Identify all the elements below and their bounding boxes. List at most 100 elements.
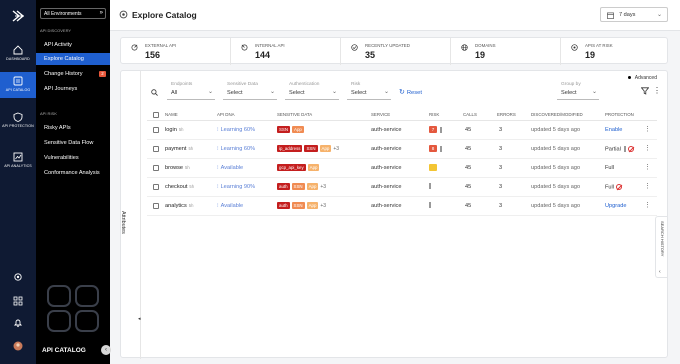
date-range-select[interactable]: 7 days ⌄ xyxy=(600,7,668,22)
sensitive-data-chip[interactable]: SSN xyxy=(291,202,305,209)
column-header[interactable]: PROTECTION xyxy=(605,112,634,117)
row-checkbox[interactable] xyxy=(153,146,159,152)
user-avatar[interactable] xyxy=(13,341,23,351)
search-icon[interactable] xyxy=(151,89,158,96)
calls-count: 45 xyxy=(465,165,472,171)
column-header[interactable]: ERRORS xyxy=(497,112,516,117)
column-header[interactable]: NAME xyxy=(165,112,178,117)
sensitive-data-chip[interactable]: App xyxy=(306,183,319,190)
table-row[interactable]: analytics 5h ⁞ Available auth SSN App +3 auth… xyxy=(147,197,657,216)
api-dna: ⁞ Learning 60% xyxy=(217,146,255,152)
api-name[interactable]: checkout 5h xyxy=(165,184,194,190)
protection-status[interactable]: Upgrade xyxy=(605,203,626,209)
api-name[interactable]: browse 5h xyxy=(165,165,190,171)
brand-logo-icon[interactable] xyxy=(10,8,26,24)
table-row[interactable]: payment 5h ⁞ Learning 60% ip_address SSN App… xyxy=(147,140,657,159)
more-chips-count[interactable]: +3 xyxy=(333,146,339,152)
more-chips-count[interactable]: +3 xyxy=(320,203,326,209)
table-row[interactable]: browse 5h ⁞ Available gcp_api_key App auth-… xyxy=(147,159,657,178)
row-more-icon[interactable]: ⋮ xyxy=(644,201,651,209)
sensitive-data-chip[interactable]: ip_address xyxy=(277,145,303,152)
filter-authentication[interactable]: Authentication Select ⌄ xyxy=(285,82,339,100)
reset-button[interactable]: ↻ Reset xyxy=(399,88,422,96)
more-options-icon[interactable]: ⋮ xyxy=(653,86,661,95)
api-name[interactable]: analytics 5h xyxy=(165,203,193,209)
stat-external-api[interactable]: EXTERNAL API 156 xyxy=(121,38,231,65)
filter-icon[interactable] xyxy=(641,87,649,95)
stat-apis-at-risk[interactable]: APIS AT RISK 19 xyxy=(561,38,669,65)
search-history-tab[interactable]: SEARCH HISTORY ‹ xyxy=(655,216,667,278)
column-header[interactable]: RISK xyxy=(429,112,439,117)
sensitive-data-chip[interactable]: auth xyxy=(277,202,290,209)
protection-status[interactable]: Enable xyxy=(605,127,622,133)
group-by-select[interactable]: Group by Select ⌄ xyxy=(557,82,599,100)
row-more-icon[interactable]: ⋮ xyxy=(644,125,651,133)
row-checkbox[interactable] xyxy=(153,127,159,133)
expand-arrow-icon[interactable]: ◂ xyxy=(138,316,141,322)
sensitive-data-chip[interactable]: App xyxy=(307,164,320,171)
stat-domains[interactable]: DOMAINS 19 xyxy=(451,38,561,65)
api-dna: ⁞ Available xyxy=(217,203,243,209)
menu-item-explore-catalog[interactable]: Explore Catalog xyxy=(36,53,110,65)
attributes-drawer[interactable]: Attributes ◂ xyxy=(120,71,141,359)
column-header[interactable]: API DNA xyxy=(217,112,235,117)
filter-endpoints[interactable]: Endpoints All ⌄ xyxy=(167,82,215,100)
sensitive-data-chip[interactable]: App xyxy=(292,126,304,133)
api-name[interactable]: login 5h xyxy=(165,127,184,133)
row-checkbox[interactable] xyxy=(153,203,159,209)
row-more-icon[interactable]: ⋮ xyxy=(644,163,651,171)
refresh-icon: ↻ xyxy=(399,89,405,96)
environment-select[interactable]: All Environments » xyxy=(40,8,106,19)
rail-item-dashboard[interactable]: DASHBOARD xyxy=(0,42,36,68)
column-header[interactable]: CALLS xyxy=(463,112,477,117)
api-name[interactable]: payment 5h xyxy=(165,146,193,152)
risk-cell xyxy=(429,202,431,208)
bell-icon[interactable] xyxy=(13,318,23,328)
menu-item-api-journeys[interactable]: API Journeys xyxy=(36,83,110,95)
risk-icon xyxy=(571,44,578,51)
discovered-modified: updated 5 days ago xyxy=(531,184,581,190)
row-checkbox[interactable] xyxy=(153,184,159,190)
column-header[interactable]: SERVICE xyxy=(371,112,390,117)
menu-item-api-activity[interactable]: API Activity xyxy=(36,39,110,51)
filter-sensitive-data[interactable]: Sensitive Data Select ⌄ xyxy=(223,82,277,100)
advanced-toggle[interactable]: Advanced xyxy=(627,75,657,81)
search-history-label: SEARCH HISTORY xyxy=(660,221,665,257)
rail-item-api-protection[interactable]: API PROTECTION xyxy=(0,112,36,138)
sensitive-data-chip[interactable]: auth xyxy=(277,183,290,190)
menu-item-vulnerabilities[interactable]: Vulnerabilities xyxy=(36,152,110,164)
sensitive-data-chip[interactable]: SSN xyxy=(291,183,305,190)
menu-item-conformance-analysis[interactable]: Conformance Analysis xyxy=(36,167,110,179)
rail-item-label: API PROTECTION xyxy=(2,124,34,128)
apps-icon[interactable] xyxy=(13,296,23,306)
row-more-icon[interactable]: ⋮ xyxy=(644,144,651,152)
column-header[interactable]: SENSITIVE DATA xyxy=(277,112,312,117)
column-header[interactable]: DISCOVERED/MODIFIED xyxy=(531,112,583,117)
sensitive-data-chip[interactable]: gcp_api_key xyxy=(277,164,306,171)
rail-item-api-catalog[interactable]: API CATALOG xyxy=(0,72,36,98)
stat-recently-updated[interactable]: RECENTLY UPDATED 35 xyxy=(341,38,451,65)
menu-item-change-history[interactable]: Change History 2 xyxy=(36,68,110,80)
settings-icon[interactable] xyxy=(13,272,23,282)
table-row[interactable]: checkout 5h ⁞ Learning 90% auth SSN App +3 au… xyxy=(147,178,657,197)
protection-cell: Full xyxy=(605,184,623,190)
sensitive-data-cell: ip_address SSN App +3 xyxy=(277,145,339,152)
sensitive-data-chip[interactable]: App xyxy=(319,145,332,152)
filter-risk[interactable]: Risk Select ⌄ xyxy=(347,82,391,100)
collapse-menu-button[interactable]: ‹ xyxy=(101,345,111,355)
select-all-checkbox[interactable] xyxy=(153,112,159,118)
chevron-down-icon: ⌄ xyxy=(269,89,275,95)
sensitive-data-chip[interactable]: SSN xyxy=(304,145,318,152)
menu-item-risky-apis[interactable]: Risky APIs xyxy=(36,122,110,134)
api-dna-text: Available xyxy=(220,203,244,209)
row-checkbox[interactable] xyxy=(153,165,159,171)
row-more-icon[interactable]: ⋮ xyxy=(644,182,651,190)
rail-item-api-analytics[interactable]: API ANALYTICS xyxy=(0,152,36,178)
external-icon xyxy=(131,44,138,51)
sensitive-data-chip[interactable]: App xyxy=(306,202,319,209)
table-row[interactable]: login 5h ⁞ Learning 60% SSN App auth-servic… xyxy=(147,121,657,140)
sensitive-data-chip[interactable]: SSN xyxy=(277,126,291,133)
more-chips-count[interactable]: +3 xyxy=(320,184,326,190)
stat-internal-api[interactable]: INTERNAL API 144 xyxy=(231,38,341,65)
menu-item-sensitive-data-flow[interactable]: Sensitive Data Flow xyxy=(36,137,110,149)
